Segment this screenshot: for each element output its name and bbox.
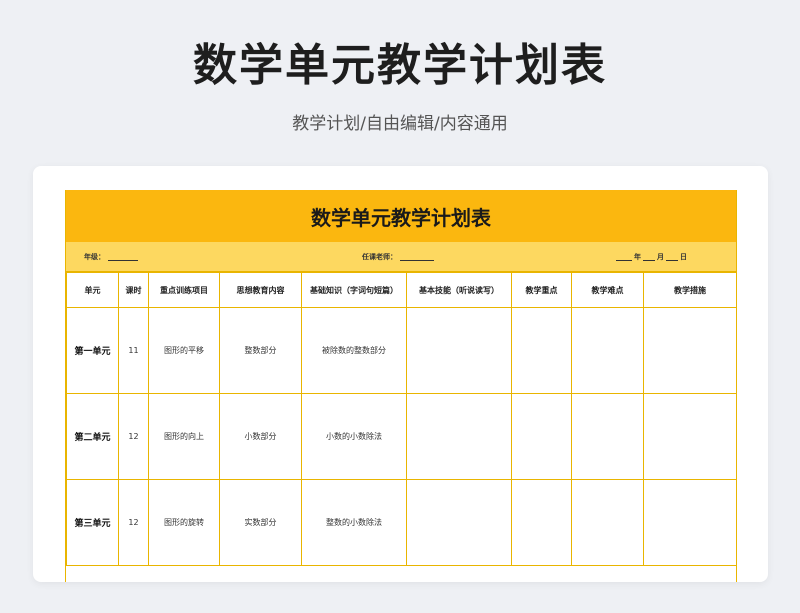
header-cell-difficulty: 教学难点 [571,272,644,308]
cell-skills[interactable] [406,479,512,566]
plan-table: 单元 课时 重点训练项目 思想教育内容 基础知识（字词句短篇） 基本技能（听说读… [66,272,736,566]
cell-key[interactable] [511,479,572,566]
cell-hours[interactable]: 12 [118,479,149,566]
cell-basics[interactable]: 小数的小数除法 [301,393,407,480]
table-row: 第一单元 11 图形的平移 整数部分 被除数的整数部分 [66,307,736,394]
day-label: 日 [680,252,687,261]
plan-sheet: 数学单元教学计划表 年级： 任课老师： 年 月 日 单元 课时 重点训练项目 思… [65,190,737,582]
page-title: 数学单元教学计划表 [193,40,607,91]
teacher-field[interactable]: 任课老师： [362,242,434,271]
cell-difficulty[interactable] [571,393,644,480]
header-cell-hours: 课时 [118,272,149,308]
teacher-blank[interactable] [400,252,434,261]
cell-ideology[interactable]: 整数部分 [219,307,302,394]
cell-hours[interactable]: 12 [118,393,149,480]
cell-ideology[interactable]: 小数部分 [219,393,302,480]
cell-unit[interactable]: 第三单元 [66,479,119,566]
grade-blank[interactable] [108,252,138,261]
header-cell-skills: 基本技能（听说读写） [406,272,512,308]
cell-skills[interactable] [406,307,512,394]
info-row: 年级： 任课老师： 年 月 日 [66,242,736,272]
cell-skills[interactable] [406,393,512,480]
table-row: 第二单元 12 图形的向上 小数部分 小数的小数除法 [66,393,736,480]
cell-key[interactable] [511,307,572,394]
cell-ideology[interactable]: 实数部分 [219,479,302,566]
cell-training[interactable]: 图形的平移 [148,307,220,394]
header-cell-ideology: 思想教育内容 [219,272,302,308]
table-row: 第三单元 12 图形的旋转 实数部分 整数的小数除法 [66,479,736,566]
header-cell-basics: 基础知识（字词句短篇） [301,272,407,308]
header-cell-measures: 教学措施 [643,272,736,308]
sheet-title: 数学单元教学计划表 [66,190,736,242]
day-blank[interactable] [666,252,678,261]
cell-difficulty[interactable] [571,479,644,566]
month-blank[interactable] [643,252,655,261]
page-subtitle: 教学计划/自由编辑/内容通用 [292,114,508,134]
cell-measures[interactable] [643,479,736,566]
cell-measures[interactable] [643,307,736,394]
cell-key[interactable] [511,393,572,480]
date-field[interactable]: 年 月 日 [614,242,687,271]
year-blank[interactable] [616,252,632,261]
header-cell-key: 教学重点 [511,272,572,308]
cell-training[interactable]: 图形的旋转 [148,479,220,566]
cell-basics[interactable]: 被除数的整数部分 [301,307,407,394]
cell-basics[interactable]: 整数的小数除法 [301,479,407,566]
cell-difficulty[interactable] [571,307,644,394]
grade-label: 年级： [84,252,105,261]
header-cell-unit: 单元 [66,272,119,308]
cell-unit[interactable]: 第二单元 [66,393,119,480]
cell-hours[interactable]: 11 [118,307,149,394]
sheet-card: 数学单元教学计划表 年级： 任课老师： 年 月 日 单元 课时 重点训练项目 思… [33,166,768,582]
cell-measures[interactable] [643,393,736,480]
teacher-label: 任课老师： [362,252,397,261]
grade-field[interactable]: 年级： [84,242,138,271]
year-label: 年 [634,252,641,261]
month-label: 月 [657,252,664,261]
cell-training[interactable]: 图形的向上 [148,393,220,480]
cell-unit[interactable]: 第一单元 [66,307,119,394]
header-row: 单元 课时 重点训练项目 思想教育内容 基础知识（字词句短篇） 基本技能（听说读… [66,272,736,308]
header-cell-training: 重点训练项目 [148,272,220,308]
